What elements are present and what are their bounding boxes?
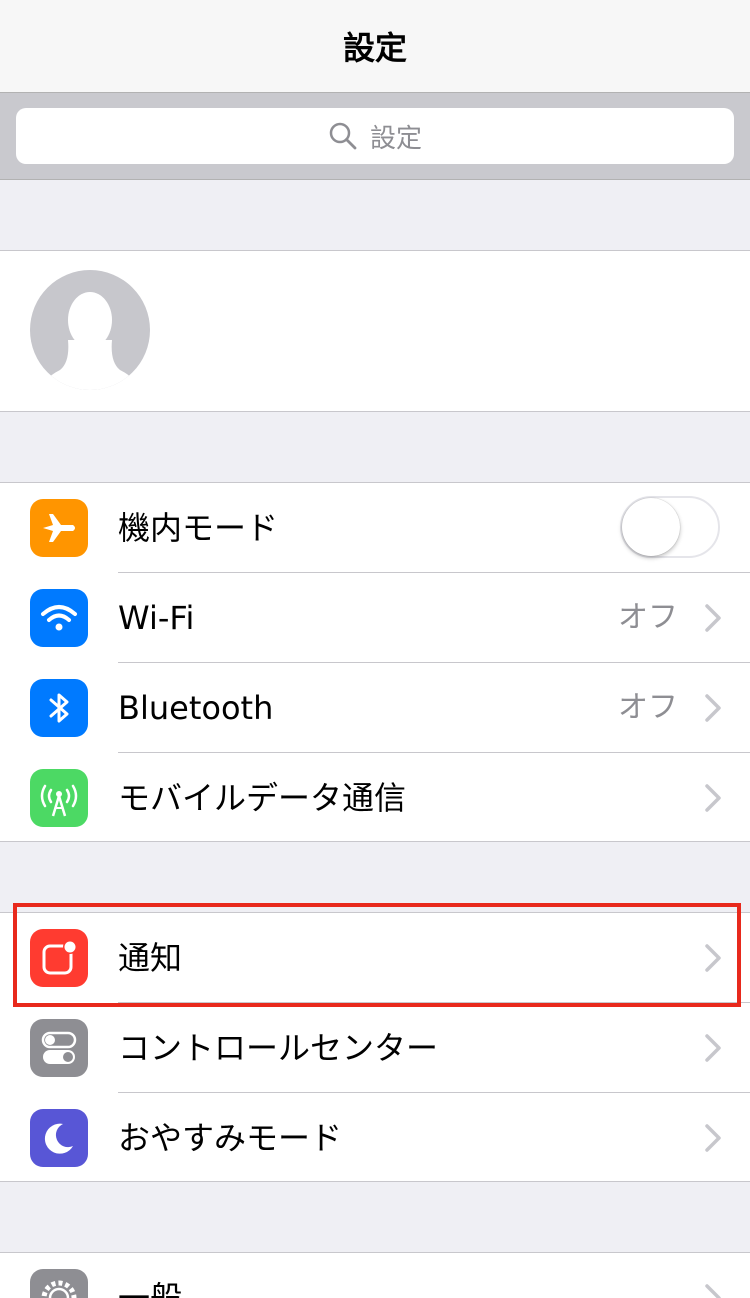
general-label: 一般 — [118, 1279, 183, 1298]
chevron-right-icon — [705, 604, 721, 632]
mobile-data-row[interactable]: モバイルデータ通信 — [0, 753, 750, 843]
gear-icon — [30, 1269, 88, 1298]
wifi-row[interactable]: Wi-Fi オフ — [0, 573, 750, 663]
airplane-mode-label: 機内モード — [118, 509, 279, 547]
chevron-right-icon — [705, 1124, 721, 1152]
chevron-right-icon — [705, 1034, 721, 1062]
search-placeholder: 設定 — [369, 123, 422, 154]
connectivity-group: 機内モード Wi-Fi オフ Bluetooth オフ モバイルデータ通信 — [0, 482, 750, 842]
general-group: 一般 — [0, 1252, 750, 1298]
bluetooth-row[interactable]: Bluetooth オフ — [0, 663, 750, 753]
chevron-right-icon — [705, 694, 721, 722]
profile-row[interactable] — [0, 250, 750, 412]
control-center-row[interactable]: コントロールセンター — [0, 1003, 750, 1093]
navigation-bar: 設定 — [0, 0, 750, 92]
search-icon — [329, 122, 357, 150]
settings-screen: 設定 設定 機内モード Wi-Fi オフ Bluetooth オフ モバイルデー… — [0, 0, 750, 1298]
page-title: 設定 — [342, 29, 407, 67]
bluetooth-status: オフ — [618, 690, 678, 725]
bluetooth-icon — [30, 679, 88, 737]
notification-icon — [30, 929, 88, 987]
control-center-icon — [30, 1019, 88, 1077]
airplane-mode-row: 機内モード — [0, 483, 750, 573]
control-center-label: コントロールセンター — [118, 1029, 439, 1067]
search-input[interactable]: 設定 — [16, 108, 734, 164]
wifi-status: オフ — [618, 600, 678, 635]
antenna-icon — [30, 769, 88, 827]
chevron-right-icon — [705, 784, 721, 812]
toggle-knob — [622, 498, 680, 556]
notifications-row[interactable]: 通知 — [0, 913, 750, 1003]
person-silhouette-icon — [40, 292, 140, 390]
do-not-disturb-label: おやすみモード — [118, 1119, 343, 1157]
chevron-right-icon — [705, 944, 721, 972]
general-row[interactable]: 一般 — [0, 1253, 750, 1298]
bluetooth-label: Bluetooth — [118, 689, 274, 727]
moon-icon — [30, 1109, 88, 1167]
chevron-right-icon — [705, 1284, 721, 1298]
wifi-icon — [30, 589, 88, 647]
mobile-data-label: モバイルデータ通信 — [118, 779, 407, 817]
search-bar-area: 設定 — [0, 92, 750, 180]
notifications-label: 通知 — [118, 939, 183, 977]
avatar — [30, 270, 150, 390]
airplane-mode-toggle[interactable] — [620, 496, 720, 558]
wifi-label: Wi-Fi — [118, 599, 195, 637]
notifications-group: 通知 コントロールセンター おやすみモード — [0, 912, 750, 1182]
do-not-disturb-row[interactable]: おやすみモード — [0, 1093, 750, 1183]
airplane-icon — [30, 499, 88, 557]
